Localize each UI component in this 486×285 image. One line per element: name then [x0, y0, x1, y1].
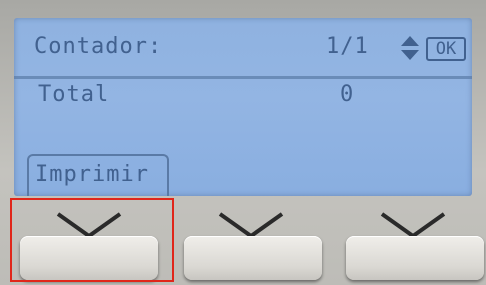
row-value-total: 0 — [340, 82, 355, 107]
softkey-button-3[interactable] — [346, 236, 484, 280]
row-label-total: Total — [38, 82, 110, 107]
softkey-label: Imprimir — [35, 162, 149, 187]
header-divider — [14, 76, 472, 79]
softkey-tab-imprimir[interactable]: Imprimir — [27, 154, 169, 196]
up-down-arrows-icon — [401, 36, 419, 60]
screen-title: Contador: — [34, 34, 163, 59]
selection-highlight — [10, 198, 174, 282]
lcd-screen: Contador: 1/1 OK Total 0 Imprimir — [14, 18, 472, 196]
softkey-button-2[interactable] — [184, 236, 322, 280]
page-indicator: 1/1 — [326, 34, 369, 59]
ok-indicator: OK — [426, 37, 466, 61]
